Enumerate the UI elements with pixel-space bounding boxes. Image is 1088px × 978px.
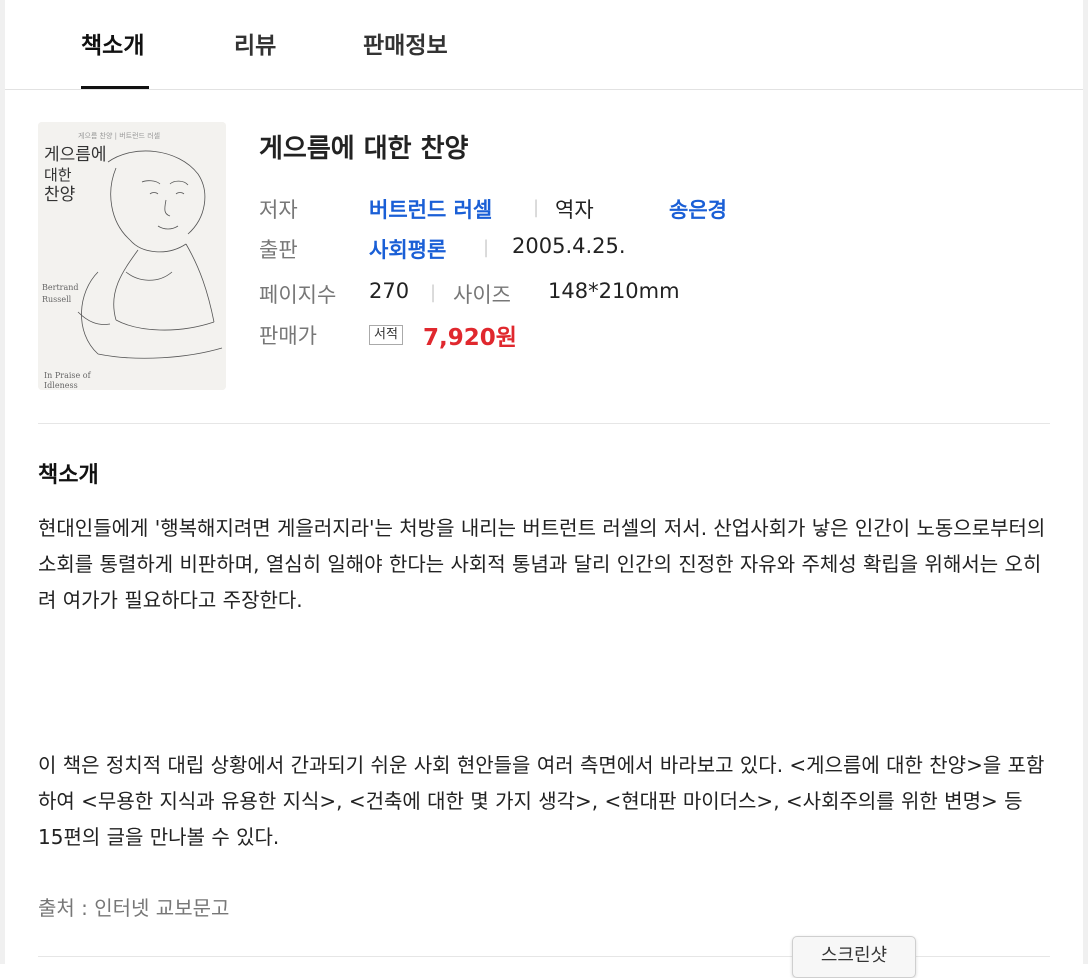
author-label: 저자 bbox=[259, 198, 298, 222]
tab-bar: 책소개 리뷰 판매정보 bbox=[5, 0, 1083, 90]
publisher-link[interactable]: 사회평론 bbox=[369, 234, 446, 264]
active-tab-indicator bbox=[81, 86, 149, 89]
screenshot-button[interactable]: 스크린샷 bbox=[792, 936, 916, 978]
format-badge: 서적 bbox=[369, 325, 403, 345]
tab-book-intro[interactable]: 책소개 bbox=[81, 26, 144, 60]
tab-reviews[interactable]: 리뷰 bbox=[234, 26, 276, 60]
source-credit: 출처 : 인터넷 교보문고 bbox=[38, 896, 230, 920]
publisher-label: 출판 bbox=[259, 238, 298, 262]
intro-paragraph-1: 현대인들에게 '행복해지려면 게을러지라'는 처방을 내리는 버트런트 러셀의 … bbox=[38, 516, 1046, 612]
cover-title-2: 대한 bbox=[44, 166, 72, 184]
author-link[interactable]: 버트런드 러셀 bbox=[369, 194, 492, 224]
cover-subtitle-en-2: Idleness bbox=[44, 381, 78, 390]
tab-sales-info[interactable]: 판매정보 bbox=[363, 26, 448, 60]
cover-author-en-1: Bertrand bbox=[42, 283, 79, 292]
cover-top-text: 게으름 찬양 | 버트런드 러셀 bbox=[78, 131, 160, 140]
separator: | bbox=[533, 197, 540, 218]
cover-title-3: 찬양 bbox=[44, 185, 75, 205]
intro-section-title: 책소개 bbox=[38, 463, 99, 488]
book-title: 게으름에 대한 찬양 bbox=[259, 134, 469, 164]
intro-paragraph-2: 이 책은 정치적 대립 상황에서 간과되기 쉬운 사회 현안들을 여러 측면에서… bbox=[38, 753, 1045, 849]
price-label: 판매가 bbox=[259, 324, 317, 348]
left-frame-edge bbox=[0, 0, 5, 964]
separator: | bbox=[430, 282, 437, 303]
separator: | bbox=[483, 237, 490, 258]
pages-label: 페이지수 bbox=[259, 283, 337, 307]
cover-author-en-2: Russell bbox=[42, 295, 72, 304]
publication-date: 2005.4.25. bbox=[512, 234, 626, 258]
size-label: 사이즈 bbox=[453, 283, 511, 307]
translator-link[interactable]: 송은경 bbox=[669, 194, 727, 224]
cover-title-1: 게으름에 bbox=[44, 145, 107, 165]
translator-label: 역자 bbox=[555, 198, 594, 222]
right-frame-edge bbox=[1083, 0, 1088, 964]
book-cover-image[interactable]: 게으름 찬양 | 버트런드 러셀 게으름에 대한 찬양 Bertrand Rus… bbox=[38, 122, 226, 390]
section-divider bbox=[38, 423, 1050, 424]
size-value: 148*210mm bbox=[548, 279, 680, 303]
book-cover-illustration: 게으름 찬양 | 버트런드 러셀 게으름에 대한 찬양 Bertrand Rus… bbox=[38, 122, 226, 390]
pages-value: 270 bbox=[369, 279, 410, 303]
price-value: 7,920원 bbox=[423, 325, 517, 351]
cover-subtitle-en-1: In Praise of bbox=[44, 371, 92, 380]
